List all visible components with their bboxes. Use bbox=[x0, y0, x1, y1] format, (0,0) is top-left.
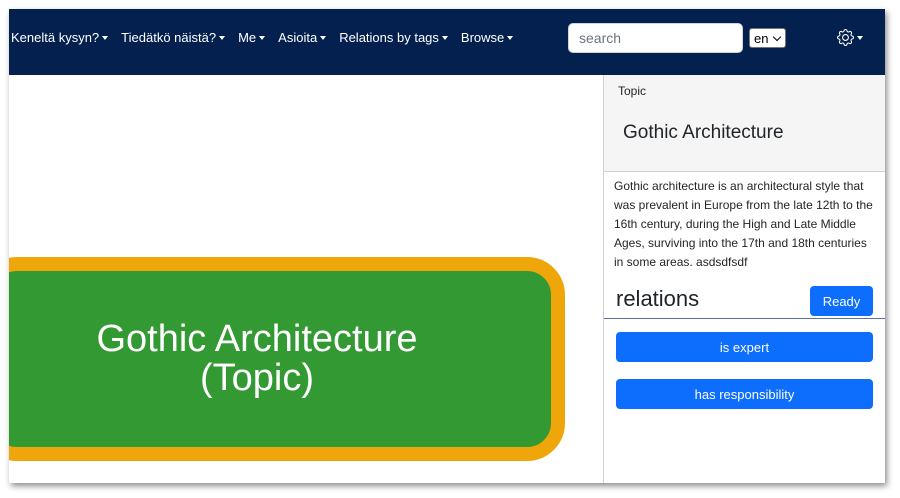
caret-down-icon bbox=[507, 35, 514, 40]
caret-down-icon bbox=[320, 35, 327, 40]
caret-down-icon bbox=[441, 35, 448, 40]
ready-button[interactable]: Ready bbox=[810, 286, 873, 316]
nav-item-label: Browse bbox=[460, 30, 505, 45]
nav-item-browse[interactable]: Browse bbox=[460, 30, 514, 45]
nav-item-label: Tiedätkö näistä? bbox=[121, 30, 217, 45]
nav-item-me[interactable]: Me bbox=[238, 30, 266, 45]
caret-down-icon bbox=[102, 35, 109, 40]
top-navbar: Keneltä kysyn? Tiedätkö näistä? Me Asioi… bbox=[9, 9, 885, 75]
panel-header: Topic Gothic Architecture bbox=[604, 75, 885, 172]
topic-node-label: Gothic Architecture (Topic) bbox=[96, 318, 418, 399]
relations-divider bbox=[604, 318, 885, 319]
relation-is-expert-button[interactable]: is expert bbox=[616, 332, 873, 362]
nav-item-label: Relations by tags bbox=[339, 30, 439, 45]
nav-item-keneltä-kysyn[interactable]: Keneltä kysyn? bbox=[11, 30, 109, 45]
app-window: Keneltä kysyn? Tiedätkö näistä? Me Asioi… bbox=[9, 9, 885, 483]
item-type-label: Topic bbox=[618, 84, 647, 98]
chevron-down-icon bbox=[772, 32, 782, 42]
nav-item-asioita[interactable]: Asioita bbox=[278, 30, 327, 45]
language-select-value: en bbox=[754, 30, 769, 46]
nav-item-label: Asioita bbox=[278, 30, 318, 45]
caret-down-icon bbox=[219, 35, 226, 40]
gear-icon bbox=[837, 29, 854, 46]
settings-dropdown[interactable] bbox=[837, 29, 863, 46]
search-input[interactable] bbox=[568, 23, 743, 53]
language-select[interactable]: en bbox=[749, 28, 786, 48]
nav-menu: Keneltä kysyn? Tiedätkö näistä? Me Asioi… bbox=[11, 30, 526, 45]
nav-item-relations-by-tags[interactable]: Relations by tags bbox=[339, 30, 448, 45]
details-panel: Topic Gothic Architecture Gothic archite… bbox=[603, 75, 885, 483]
item-description: Gothic architecture is an architectural … bbox=[614, 179, 873, 269]
topic-node[interactable]: Gothic Architecture (Topic) bbox=[9, 257, 565, 461]
item-title: Gothic Architecture bbox=[623, 122, 784, 143]
nav-item-label: Keneltä kysyn? bbox=[11, 30, 100, 45]
relation-has-responsibility-button[interactable]: has responsibility bbox=[616, 379, 873, 409]
nav-item-tiedätkö-näistä[interactable]: Tiedätkö näistä? bbox=[121, 30, 226, 45]
graph-canvas[interactable]: Gothic Architecture (Topic) bbox=[9, 75, 603, 483]
relations-heading: relations bbox=[616, 286, 700, 311]
caret-down-icon bbox=[259, 35, 266, 40]
nav-item-label: Me bbox=[238, 30, 257, 45]
caret-down-icon bbox=[857, 35, 863, 40]
